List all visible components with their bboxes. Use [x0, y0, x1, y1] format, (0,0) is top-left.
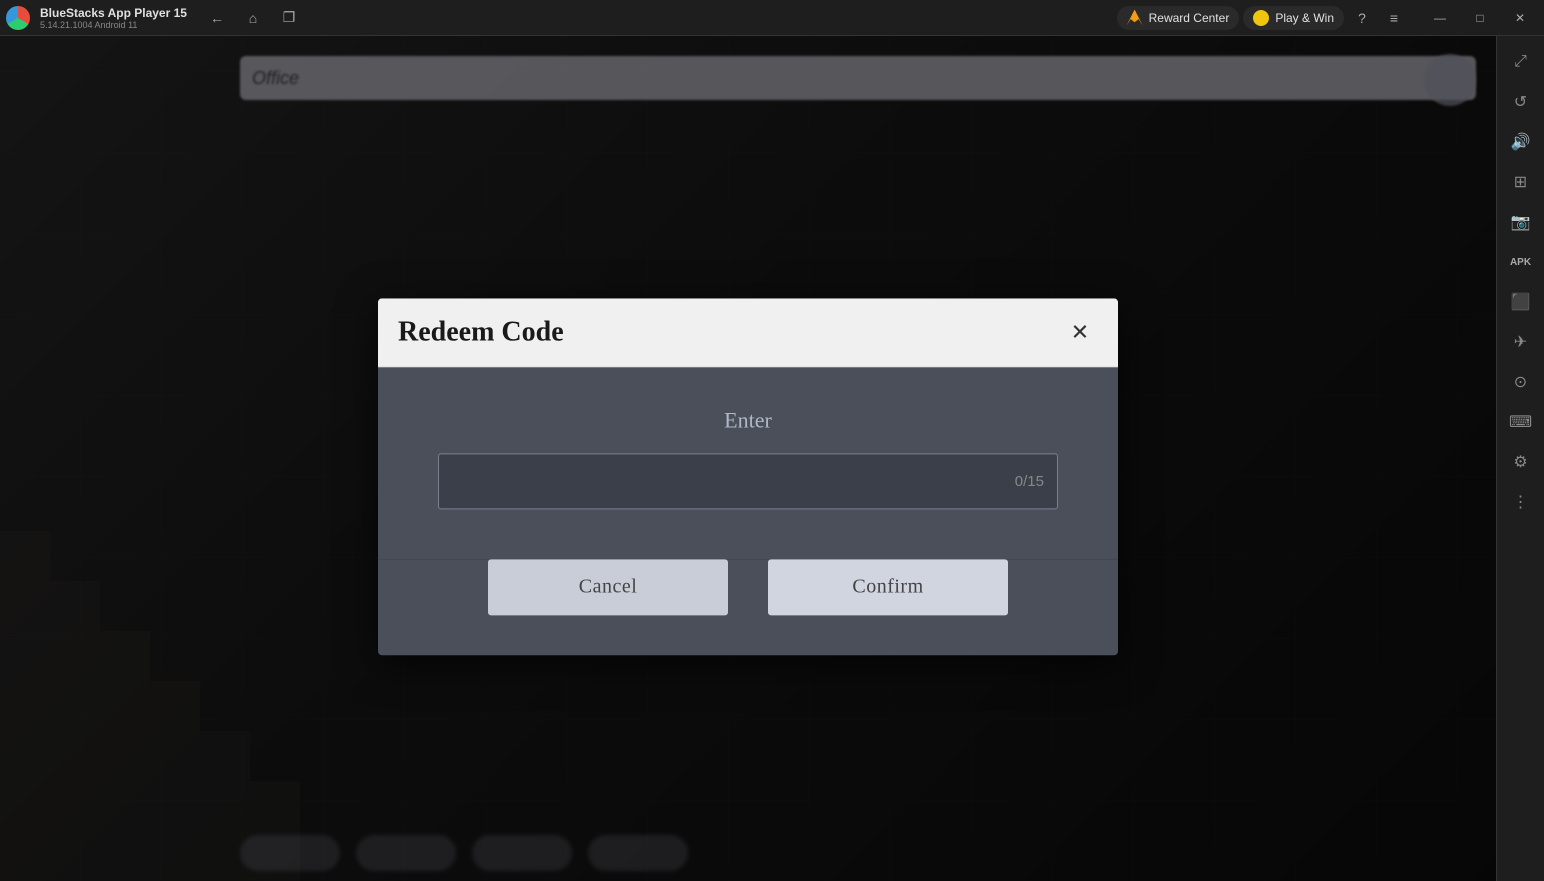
settings-icon: ⚙	[1513, 452, 1527, 472]
expand-icon: ⤢	[1514, 53, 1527, 71]
minimize-button[interactable]: —	[1420, 0, 1460, 36]
back-icon: ←	[210, 10, 224, 26]
volume-icon: 🔊	[1511, 132, 1531, 152]
maximize-button[interactable]: □	[1460, 0, 1500, 36]
minimize-icon: —	[1434, 11, 1446, 25]
dialog-header: Redeem Code ✕	[378, 298, 1118, 367]
home-button[interactable]: ⌂	[239, 4, 267, 32]
play-win-button[interactable]: Play & Win	[1243, 6, 1344, 30]
sidebar-btn-6[interactable]: APK	[1503, 244, 1539, 280]
window-controls: — □ ✕	[1420, 0, 1540, 36]
sidebar-btn-9[interactable]: ⊙	[1503, 364, 1539, 400]
app-version: 5.14.21.1004 Android 11	[40, 20, 187, 30]
titlebar: BlueStacks App Player 15 5.14.21.1004 An…	[0, 0, 1544, 36]
titlebar-right: Reward Center Play & Win ? ≡ — □ ✕	[1117, 0, 1540, 36]
airplane-icon: ✈	[1514, 332, 1527, 352]
copy-icon: ❐	[283, 9, 296, 26]
code-input[interactable]	[438, 453, 1058, 509]
sidebar-btn-settings[interactable]: ⚙	[1503, 444, 1539, 480]
cancel-button[interactable]: Cancel	[488, 559, 728, 615]
sidebar-btn-1[interactable]: ⤢	[1503, 44, 1539, 80]
close-x-icon: ✕	[1071, 319, 1089, 345]
dialog-close-button[interactable]: ✕	[1062, 314, 1098, 350]
apk-icon: APK	[1510, 257, 1531, 268]
help-icon: ?	[1358, 10, 1366, 26]
help-button[interactable]: ?	[1348, 4, 1376, 32]
hamburger-icon: ≡	[1390, 10, 1398, 26]
back-button[interactable]: ←	[203, 4, 231, 32]
home-icon: ⌂	[249, 10, 257, 26]
bluestacks-logo	[0, 0, 36, 36]
enter-label: Enter	[724, 407, 772, 433]
dialog-wrapper: Redeem Code ✕ Enter 0/15 Cancel Confirm	[378, 298, 1118, 655]
titlebar-nav: ← ⌂ ❐	[203, 4, 303, 32]
dialog-body: Enter 0/15	[378, 367, 1118, 559]
maximize-icon: □	[1476, 11, 1483, 25]
sidebar-btn-more[interactable]: ⋮	[1503, 484, 1539, 520]
copy-button[interactable]: ❐	[275, 4, 303, 32]
screenshot-icon: ⬛	[1511, 292, 1531, 312]
more-icon: ⋮	[1513, 492, 1529, 512]
close-button[interactable]: ✕	[1500, 0, 1540, 36]
right-sidebar: ⤢ ↺ 🔊 ⊞ 📷 APK ⬛ ✈ ⊙ ⌨ ⚙ ⋮	[1496, 36, 1544, 881]
grid-icon: ⊞	[1514, 172, 1527, 192]
sidebar-btn-3[interactable]: 🔊	[1503, 124, 1539, 160]
dialog-title: Redeem Code	[398, 316, 564, 348]
keyboard-icon: ⌨	[1509, 412, 1532, 432]
sidebar-btn-2[interactable]: ↺	[1503, 84, 1539, 120]
location-icon: ⊙	[1514, 372, 1527, 392]
bs-logo-circle	[6, 6, 30, 30]
reward-center-button[interactable]: Reward Center	[1117, 6, 1240, 30]
input-wrapper: 0/15	[438, 453, 1058, 509]
app-name: BlueStacks App Player 15	[40, 6, 187, 20]
menu-button[interactable]: ≡	[1380, 4, 1408, 32]
main-content: Office Redeem Code ✕ Enter 0/15	[0, 36, 1496, 881]
coin-icon	[1253, 10, 1269, 26]
rotate-icon: ↺	[1514, 92, 1527, 112]
sidebar-btn-7[interactable]: ⬛	[1503, 284, 1539, 320]
sidebar-btn-10[interactable]: ⌨	[1503, 404, 1539, 440]
app-info: BlueStacks App Player 15 5.14.21.1004 An…	[36, 6, 187, 30]
dialog-footer: Cancel Confirm	[378, 559, 1118, 655]
confirm-button[interactable]: Confirm	[768, 559, 1008, 615]
reward-center-label: Reward Center	[1149, 11, 1230, 25]
sidebar-btn-4[interactable]: ⊞	[1503, 164, 1539, 200]
sidebar-btn-5[interactable]: 📷	[1503, 204, 1539, 240]
play-win-label: Play & Win	[1275, 11, 1334, 25]
redeem-code-dialog: Redeem Code ✕ Enter 0/15 Cancel Confirm	[378, 298, 1118, 655]
sidebar-btn-8[interactable]: ✈	[1503, 324, 1539, 360]
close-icon: ✕	[1515, 11, 1525, 25]
camera-icon: 📷	[1511, 212, 1531, 232]
crown-icon	[1127, 10, 1143, 26]
